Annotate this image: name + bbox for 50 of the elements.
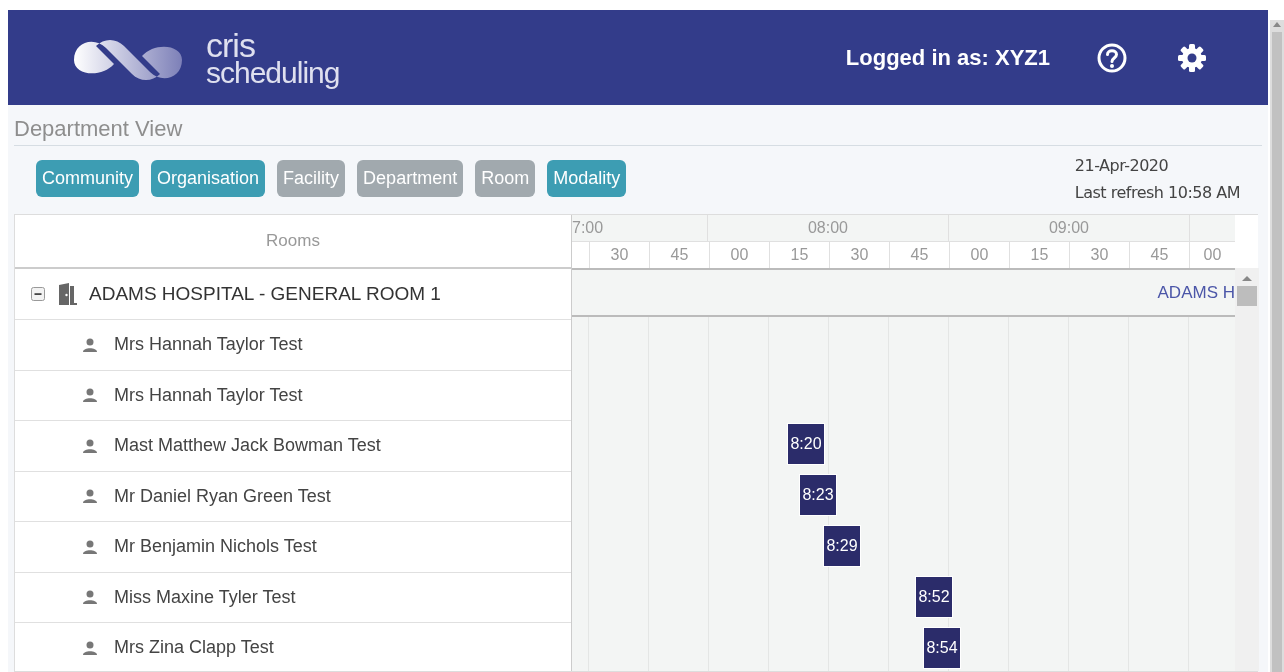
- room-label: ADAMS H: [1157, 282, 1235, 303]
- settings-icon[interactable]: [1176, 41, 1208, 74]
- minute-label: 30: [1069, 242, 1129, 268]
- person-icon: [83, 438, 97, 453]
- minute-label: 45: [1129, 242, 1189, 268]
- person-icon: [83, 388, 97, 403]
- patient-name[interactable]: Mrs Zina Clapp Test: [114, 637, 274, 659]
- hour-label: 09:00: [949, 215, 1190, 241]
- patient-name[interactable]: Mr Daniel Ryan Green Test: [114, 485, 331, 507]
- scroll-up-icon[interactable]: [1241, 274, 1253, 282]
- door-icon: [57, 283, 77, 305]
- person-icon: [83, 640, 97, 655]
- scroll-up-icon[interactable]: [1272, 20, 1282, 28]
- minute-label: 45: [889, 242, 949, 268]
- appointment-block[interactable]: 8:54: [923, 627, 961, 669]
- help-icon[interactable]: [1096, 41, 1128, 74]
- patient-name[interactable]: Mast Matthew Jack Bowman Test: [114, 435, 381, 457]
- scrollbar[interactable]: [1235, 268, 1259, 671]
- page-scrollbar[interactable]: [1270, 20, 1284, 672]
- collapse-icon[interactable]: [31, 287, 45, 301]
- column-header: Rooms: [15, 215, 571, 269]
- person-icon: [83, 590, 97, 605]
- hour-label: 08:00: [708, 215, 949, 241]
- appointment-block[interactable]: 8:20: [787, 423, 825, 465]
- minute-label: 30: [589, 242, 649, 268]
- person-icon: [83, 337, 97, 352]
- minute-label: 30: [829, 242, 889, 268]
- scroll-thumb[interactable]: [1272, 32, 1282, 672]
- date-label: 21-Apr-2020: [1074, 156, 1170, 175]
- minute-label: 00: [1189, 242, 1235, 268]
- minute-label: 15: [769, 242, 829, 268]
- appointment-block[interactable]: 8:29: [823, 525, 861, 567]
- patient-name[interactable]: Mrs Hannah Taylor Test: [114, 334, 303, 356]
- minute-label: 00: [709, 242, 769, 268]
- hour-label: 7:00: [572, 215, 708, 241]
- scroll-thumb[interactable]: [1237, 286, 1257, 306]
- appointment-block[interactable]: 8:52: [915, 576, 953, 618]
- patient-name[interactable]: Mr Benjamin Nichols Test: [114, 536, 317, 558]
- person-icon: [83, 489, 97, 504]
- room-name[interactable]: ADAMS HOSPITAL - GENERAL ROOM 1: [89, 283, 441, 305]
- person-icon: [83, 539, 97, 554]
- minute-label: 45: [649, 242, 709, 268]
- patient-name[interactable]: Mrs Hannah Taylor Test: [114, 384, 303, 406]
- minute-label: 00: [949, 242, 1009, 268]
- minute-label: 15: [1009, 242, 1069, 268]
- logged-in-user: Logged in as: XYZ1: [845, 44, 1050, 71]
- page-title: Department View: [14, 116, 183, 142]
- appointment-block[interactable]: 8:23: [799, 474, 837, 516]
- patient-name[interactable]: Miss Maxine Tyler Test: [114, 586, 296, 608]
- last-refresh-label: Last refresh 10:58 AM: [1074, 183, 1240, 202]
